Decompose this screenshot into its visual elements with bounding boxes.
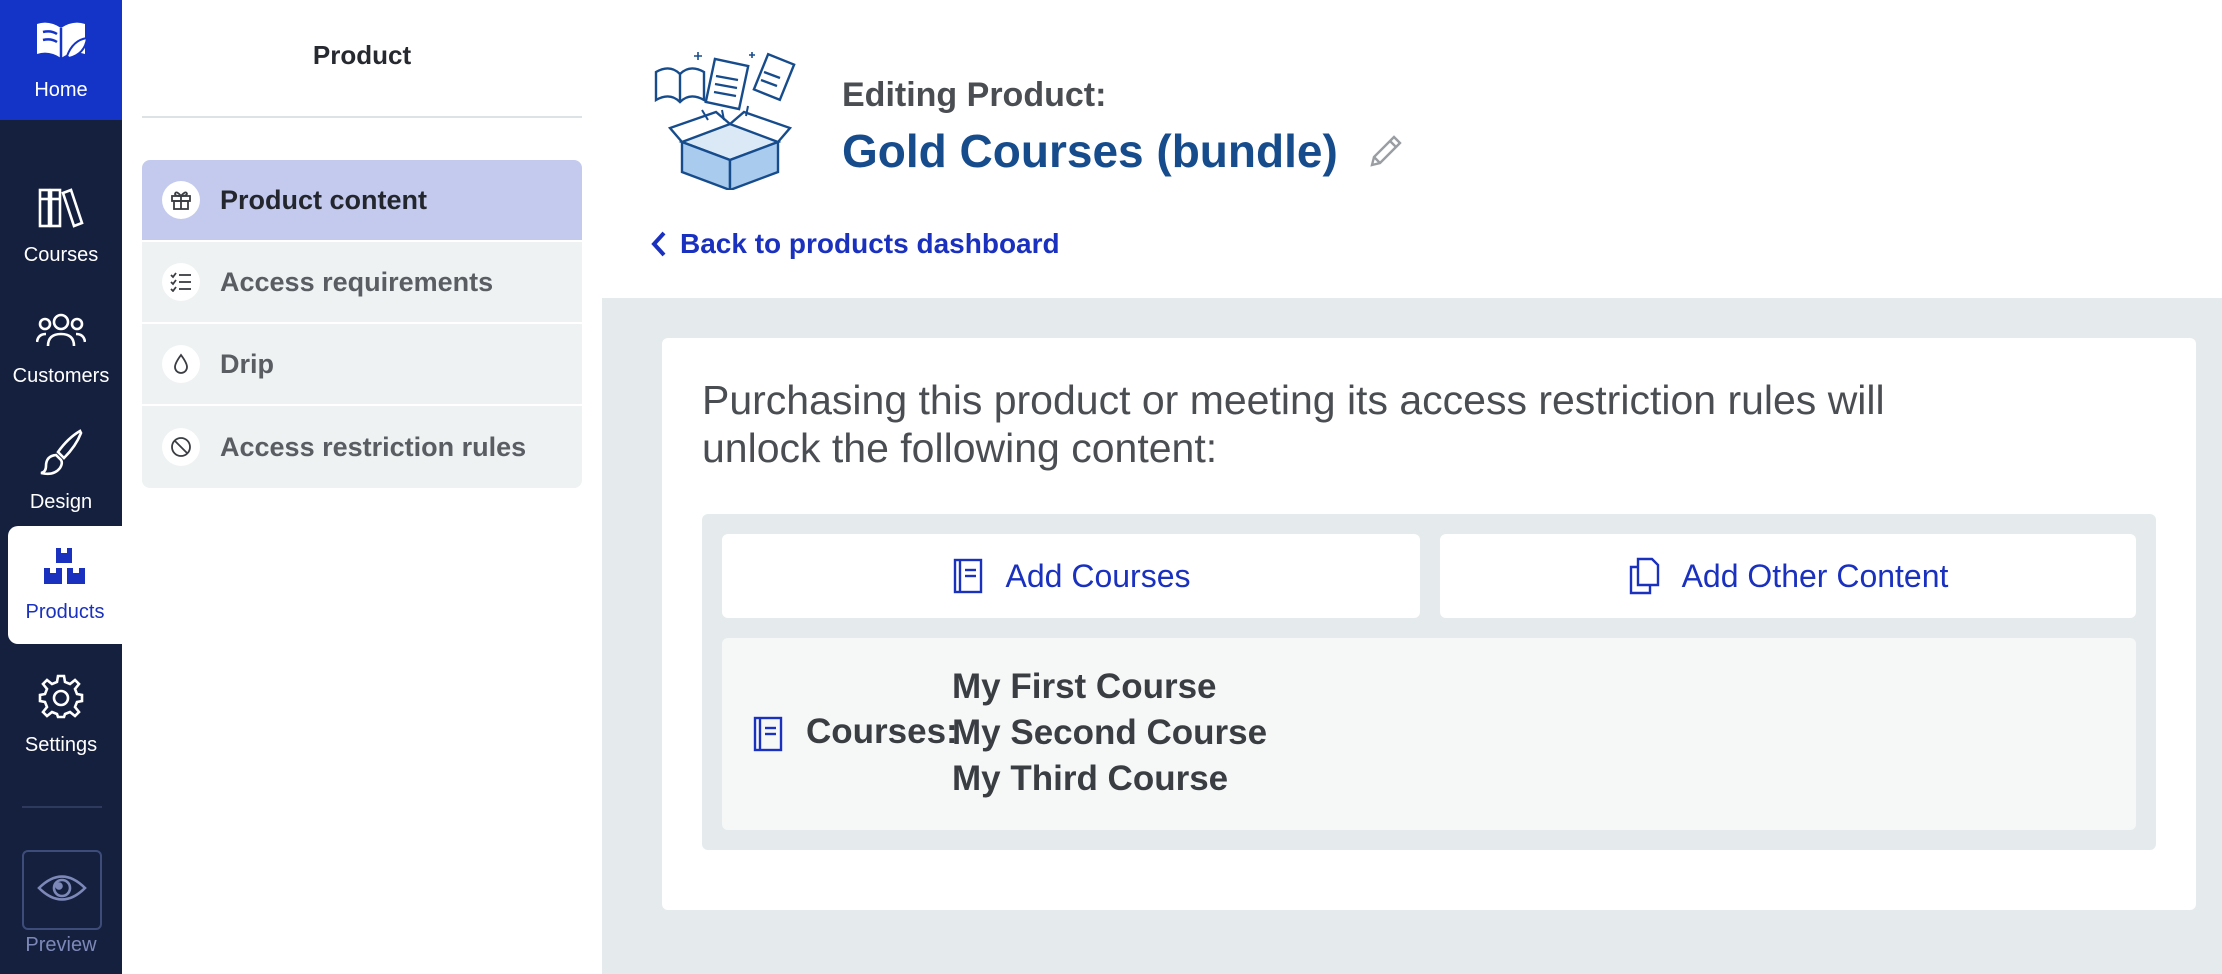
preview-label: Preview — [25, 934, 97, 956]
chevron-left-icon — [650, 230, 668, 258]
submenu-divider — [142, 116, 582, 118]
submenu-label: Access requirements — [220, 266, 494, 297]
add-other-content-button[interactable]: Add Other Content — [1440, 534, 2136, 618]
add-other-content-label: Add Other Content — [1681, 557, 1949, 594]
product-title: Gold Courses (bundle) — [842, 124, 1404, 178]
book-icon — [752, 716, 784, 757]
home-logo-icon — [33, 18, 89, 73]
product-name: Gold Courses (bundle) — [842, 125, 1338, 177]
nav-settings[interactable]: Settings — [0, 656, 122, 774]
back-to-dashboard-link[interactable]: Back to products dashboard — [650, 228, 1060, 260]
submenu-label: Product content — [220, 184, 427, 215]
no-entry-icon — [162, 428, 200, 466]
rail-divider — [22, 806, 102, 808]
submenu-title: Product — [312, 40, 412, 70]
add-courses-label: Add Courses — [1005, 557, 1191, 594]
nav-courses-label: Courses — [23, 244, 99, 266]
nav-products-label: Products — [25, 601, 105, 623]
submenu-item-access-restriction-rules[interactable]: Access restriction rules — [142, 406, 582, 488]
nav-settings-label: Settings — [24, 734, 98, 756]
paintbrush-icon — [38, 428, 84, 481]
product-box-illustration — [652, 50, 808, 192]
submenu-label: Access restriction rules — [220, 431, 527, 462]
submenu-label: Drip — [220, 348, 274, 379]
content-description: Purchasing this product or meeting its a… — [702, 377, 1885, 471]
preview-button[interactable] — [22, 850, 102, 930]
library-books-icon — [37, 187, 85, 234]
users-icon — [35, 310, 87, 355]
boxes-icon — [42, 546, 88, 591]
product-submenu: Product content Access requirements Drip… — [142, 160, 582, 488]
copy-documents-icon — [1628, 557, 1660, 595]
nav-courses[interactable]: Courses — [0, 168, 122, 286]
submenu-item-access-requirements[interactable]: Access requirements — [142, 242, 582, 324]
nav-design[interactable]: Design — [0, 412, 122, 530]
nav-customers[interactable]: Customers — [0, 290, 122, 408]
checklist-icon — [162, 263, 200, 301]
back-link-label: Back to products dashboard — [680, 228, 1060, 259]
gift-box-icon — [162, 181, 200, 219]
home-label: Home — [34, 79, 88, 101]
course-list: My First Course My Second Course My Thir… — [952, 664, 1267, 802]
course-item: My Second Course — [952, 713, 1268, 752]
editing-product-label: Editing Product: — [842, 76, 1107, 114]
book-icon — [952, 558, 984, 594]
main-nav-rail: Home Courses Customers Design Products S… — [0, 0, 122, 974]
nav-customers-label: Customers — [12, 365, 110, 387]
courses-label: Courses: — [806, 712, 958, 751]
course-item: My First Course — [952, 667, 1217, 706]
gear-icon — [38, 673, 84, 724]
nav-design-label: Design — [29, 491, 93, 513]
course-item: My Third Course — [952, 759, 1229, 798]
droplet-icon — [162, 345, 200, 383]
submenu-item-drip[interactable]: Drip — [142, 324, 582, 406]
nav-products[interactable]: Products — [8, 526, 122, 644]
home-button[interactable]: Home — [0, 0, 122, 120]
eye-icon — [37, 873, 87, 908]
submenu-item-product-content[interactable]: Product content — [142, 160, 582, 242]
pencil-icon[interactable] — [1368, 133, 1404, 169]
add-courses-button[interactable]: Add Courses — [722, 534, 1420, 618]
